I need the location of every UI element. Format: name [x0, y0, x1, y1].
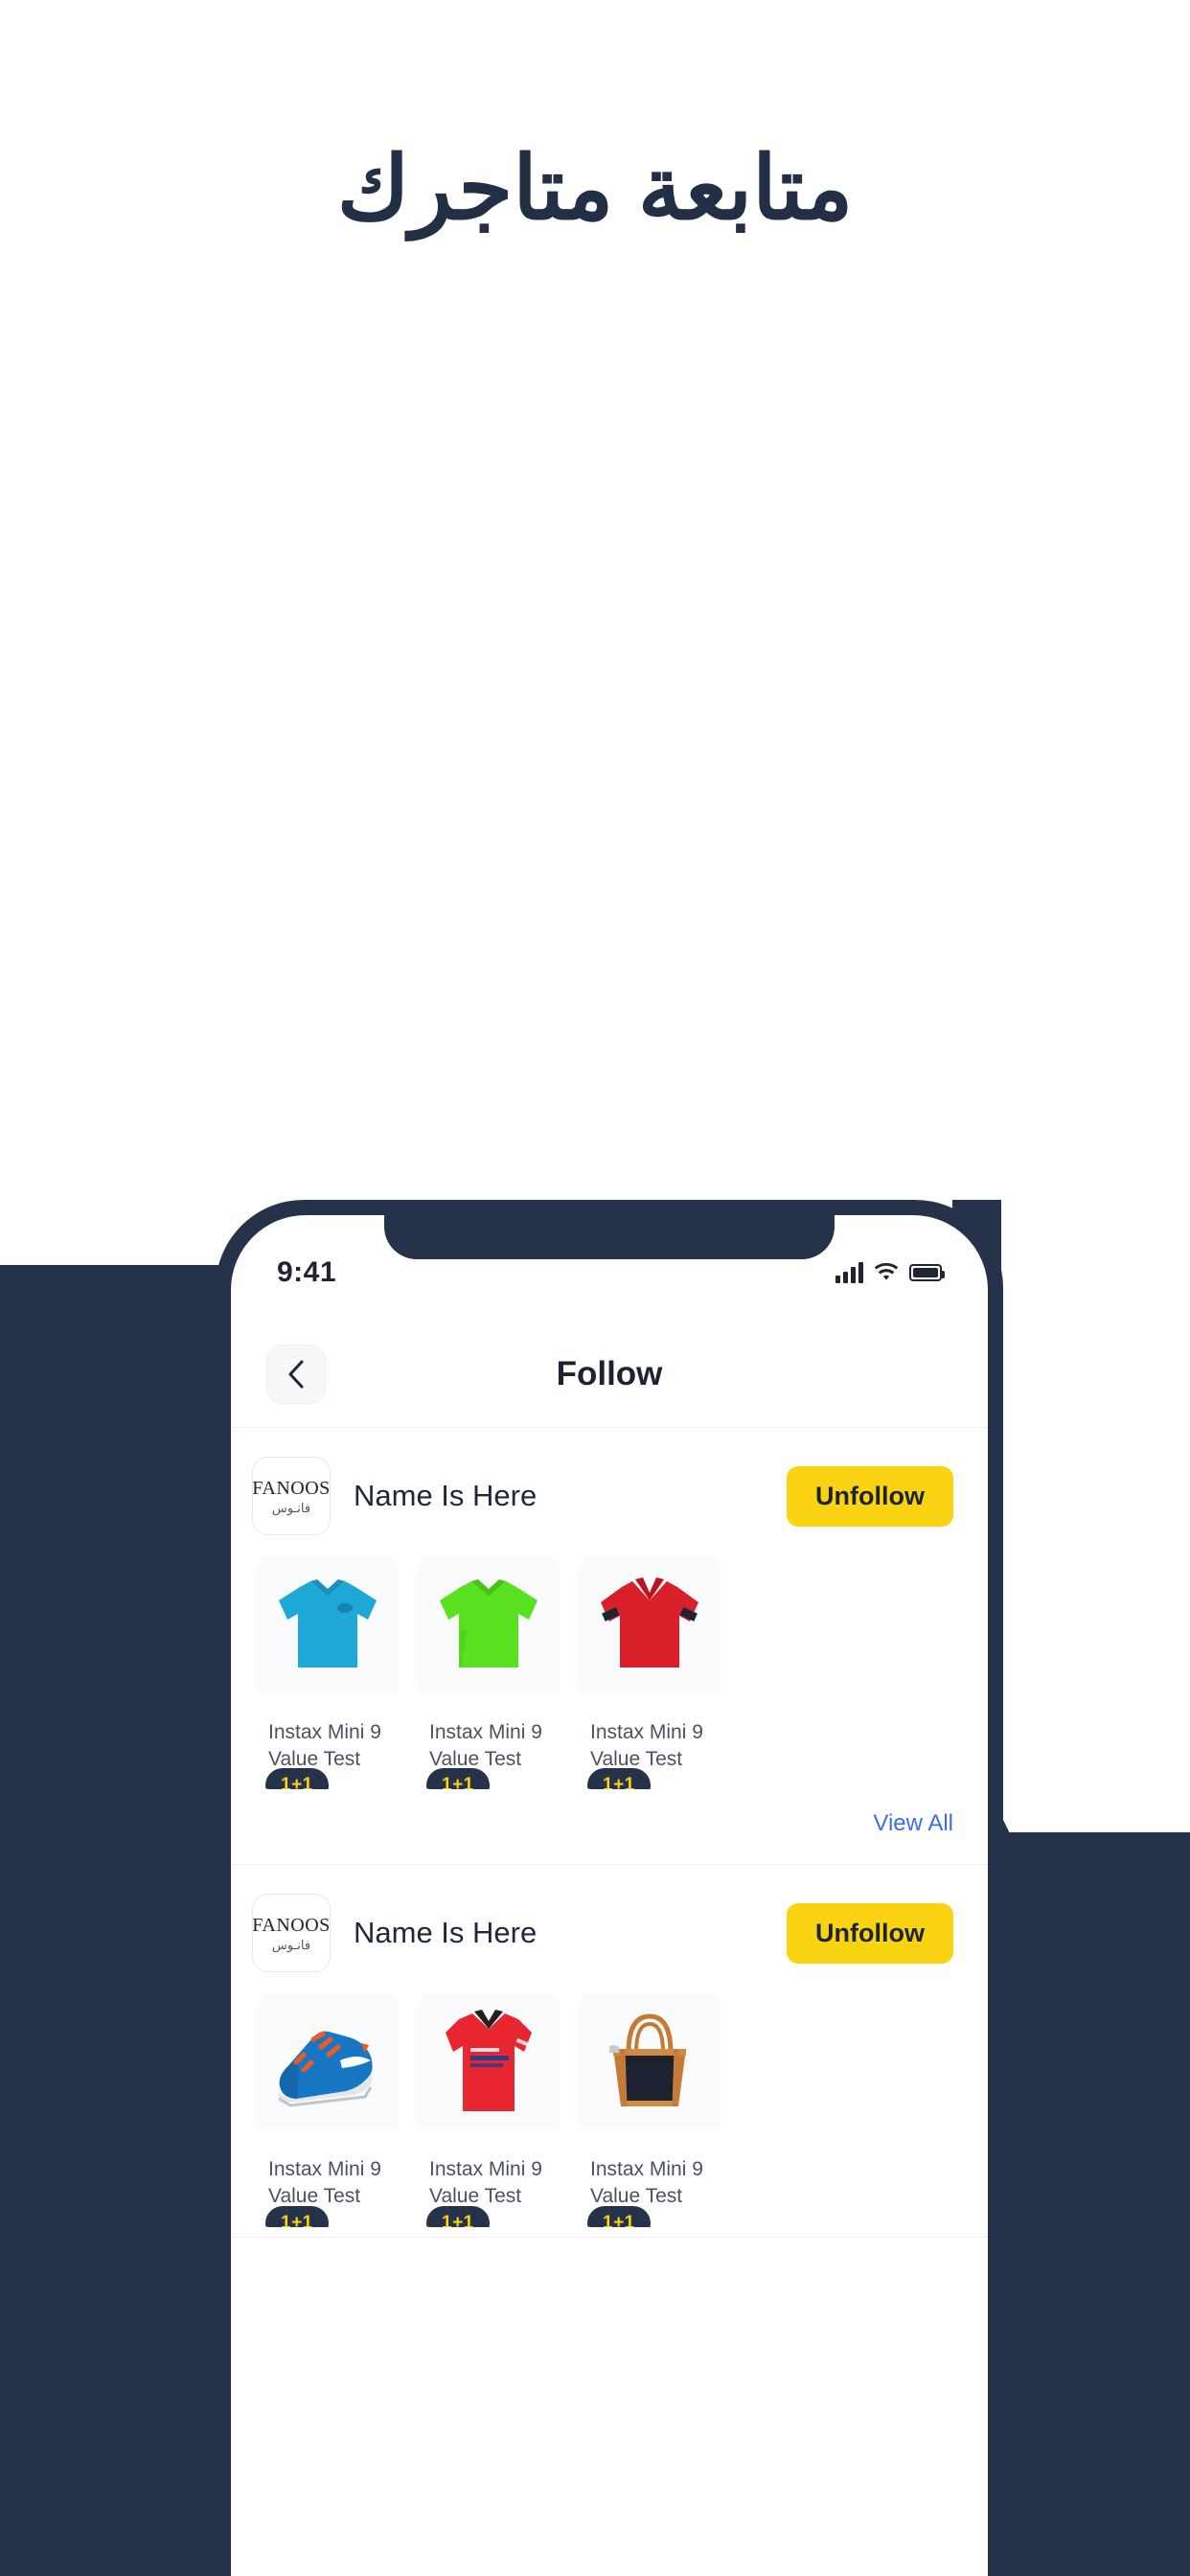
product-image [578, 1556, 721, 1693]
product-card[interactable]: 1+1 Instax Mini 9 Value Test [417, 1556, 560, 1790]
store-logo-latin: FANOOS [252, 1914, 331, 1936]
product-strip[interactable]: 1+1 Instax Mini 9 Value Test 1+1 Instax … [231, 1556, 988, 1790]
product-strip[interactable]: 1+1 Instax Mini 9 Value Test 1+1 Instax … [231, 1993, 988, 2227]
red-jersey-image [445, 2009, 532, 2111]
signal-icon [835, 1262, 863, 1283]
unfollow-button[interactable]: Unfollow [787, 1465, 953, 1527]
store-name: Name Is Here [354, 1479, 538, 1512]
battery-icon [909, 1264, 945, 1281]
background-shape-diagonal-fill [993, 2204, 1190, 2576]
store-logo-latin: FANOOS [252, 1477, 331, 1499]
product-image [578, 1993, 721, 2131]
store-name: Name Is Here [354, 1916, 538, 1950]
product-image [256, 1993, 399, 2131]
product-badge: 1+1 [587, 2205, 651, 2227]
chevron-left-icon [288, 1360, 304, 1388]
store-section: FANOOS فانـوس Name Is Here Unfollow 1+1 … [231, 1428, 988, 1866]
store-sections: FANOOS فانـوس Name Is Here Unfollow 1+1 … [231, 1428, 988, 2238]
green-tshirt-image [439, 1578, 538, 1668]
store-header: FANOOS فانـوس Name Is Here Unfollow [231, 1865, 988, 1993]
product-badge: 1+1 [426, 2205, 490, 2227]
product-badge: 1+1 [587, 1768, 651, 1790]
status-time: 9:41 [277, 1256, 337, 1288]
store-logo: FANOOS فانـوس [252, 1457, 331, 1535]
phone-screen: 9:41 Follow FANOOS فانـوس Name Is Here U… [231, 1215, 988, 2576]
store-logo: FANOOS فانـوس [252, 1894, 331, 1973]
product-image [256, 1556, 399, 1693]
app-title: Follow [556, 1354, 663, 1392]
black-tote-bag-image [608, 2013, 686, 2107]
page-title: متابعة متاجرك [336, 140, 854, 238]
store-header: FANOOS فانـوس Name Is Here Unfollow [231, 1428, 988, 1556]
blue-tshirt-image [278, 1578, 377, 1668]
product-card[interactable]: 1+1 Instax Mini 9 Value Test [578, 1556, 721, 1790]
status-icons [835, 1262, 945, 1283]
poster-stage: متابعة متاجرك 9:41 Follow FANOOS فانـوس … [0, 0, 1190, 2576]
store-logo-arabic: فانـوس [271, 1937, 311, 1952]
product-image [417, 1556, 560, 1693]
red-polo-shirt-image [600, 1576, 698, 1668]
view-all-row: View All [231, 1789, 988, 1855]
back-button[interactable] [266, 1344, 326, 1404]
product-badge: 1+1 [426, 1768, 490, 1790]
product-badge: 1+1 [265, 1768, 329, 1790]
blue-sneaker-image [277, 2031, 373, 2107]
store-section: FANOOS فانـوس Name Is Here Unfollow 1+1 … [231, 1865, 988, 2238]
background-shape-right-cutout [1001, 1200, 1190, 1832]
phone-notch [384, 1200, 835, 1259]
product-card[interactable]: 1+1 Instax Mini 9 Value Test [256, 1556, 399, 1790]
product-card[interactable]: 1+1 Instax Mini 9 Value Test [417, 1993, 560, 2227]
wifi-icon [874, 1263, 899, 1282]
store-logo-arabic: فانـوس [271, 1500, 311, 1515]
product-badge: 1+1 [265, 2205, 329, 2227]
unfollow-button[interactable]: Unfollow [787, 1902, 953, 1964]
view-all-link[interactable]: View All [873, 1810, 953, 1837]
product-card[interactable]: 1+1 Instax Mini 9 Value Test [578, 1993, 721, 2227]
app-header: Follow [231, 1321, 988, 1428]
product-card[interactable]: 1+1 Instax Mini 9 Value Test [256, 1993, 399, 2227]
product-image [417, 1993, 560, 2131]
